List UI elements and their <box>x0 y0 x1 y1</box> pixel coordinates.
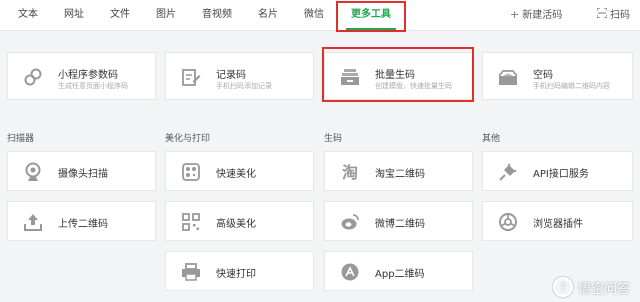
plug-icon <box>497 161 519 183</box>
section-scanner: 扫描器 <box>7 134 35 144</box>
weibo-icon <box>339 211 361 233</box>
tab-more-tools[interactable]: 更多工具 <box>342 0 400 30</box>
taobao-icon: 淘 <box>339 161 361 183</box>
tab-card[interactable]: 名片 <box>252 0 284 29</box>
browser-icon <box>497 211 519 233</box>
card-miniprogram-code[interactable]: 小程序参数码 生成任意页面小程序码 <box>7 52 156 100</box>
tool-upload-qr[interactable]: 上传二维码 <box>7 201 156 241</box>
plus-icon: + <box>510 8 520 21</box>
watermark: ? 悟空问答 <box>552 277 630 297</box>
qr-code-icon <box>180 211 202 233</box>
section-other: 其他 <box>482 134 501 144</box>
tab-audio-video[interactable]: 音视频 <box>196 0 238 29</box>
tool-quick-beautify[interactable]: 快速美化 <box>165 151 314 191</box>
tab-file[interactable]: 文件 <box>104 0 136 29</box>
card-record-code[interactable]: 记录码 手机扫码添加记录 <box>165 52 314 100</box>
beautify-qr-icon <box>180 161 202 183</box>
top-nav: 文本 网址 文件 图片 音视频 名片 微信 更多工具 + 新建活码 扫码 <box>0 0 640 31</box>
printer-icon <box>180 261 202 283</box>
card-subtitle: 手机扫码编辑二维码内容 <box>533 82 610 90</box>
tool-app-qr[interactable]: App二维码 <box>324 251 473 291</box>
tool-label: App二维码 <box>375 269 425 280</box>
edit-doc-icon <box>180 66 202 88</box>
tool-browser-plugin[interactable]: 浏览器插件 <box>482 201 633 241</box>
svg-text:淘: 淘 <box>342 163 358 182</box>
new-code-label: 新建活码 <box>522 10 563 21</box>
tab-image[interactable]: 图片 <box>150 0 182 29</box>
camera-icon <box>22 161 44 183</box>
tool-label: 摄像头扫描 <box>58 169 108 180</box>
link-icon <box>22 66 44 88</box>
tab-url[interactable]: 网址 <box>58 0 90 29</box>
card-subtitle: 手机扫码添加记录 <box>216 82 272 90</box>
scan-button[interactable]: 扫码 <box>596 0 630 29</box>
scan-icon <box>596 0 608 29</box>
tool-weibo-qr[interactable]: 微博二维码 <box>324 201 473 241</box>
upload-icon <box>22 211 44 233</box>
batch-stack-icon <box>339 66 361 88</box>
watermark-text: 悟空问答 <box>577 281 630 297</box>
tool-advanced-beautify[interactable]: 高级美化 <box>165 201 314 241</box>
empty-box-icon <box>497 66 519 88</box>
tool-label: 快速美化 <box>216 169 256 180</box>
card-title: 记录码 <box>216 70 246 81</box>
app-store-icon <box>339 261 361 283</box>
tab-text[interactable]: 文本 <box>12 0 44 29</box>
new-code-button[interactable]: + 新建活码 <box>510 0 562 29</box>
card-title: 空码 <box>533 70 553 81</box>
tool-label: 微博二维码 <box>375 219 425 230</box>
tool-label: 浏览器插件 <box>533 219 583 230</box>
section-generate: 生码 <box>324 134 343 144</box>
card-subtitle: 创建模版，快速批量生码 <box>375 82 452 90</box>
tab-wechat[interactable]: 微信 <box>298 0 330 29</box>
tool-camera-scan[interactable]: 摄像头扫描 <box>7 151 156 191</box>
tool-label: 高级美化 <box>216 219 256 230</box>
tool-label: 淘宝二维码 <box>375 169 425 180</box>
watermark-logo-icon: ? <box>552 277 573 297</box>
card-title: 小程序参数码 <box>58 70 118 81</box>
section-beautify-print: 美化与打印 <box>165 134 211 144</box>
card-title: 批量生码 <box>375 70 415 81</box>
tool-quick-print[interactable]: 快速打印 <box>165 251 314 291</box>
tool-taobao-qr[interactable]: 淘 淘宝二维码 <box>324 151 473 191</box>
tool-label: API接口服务 <box>533 169 589 180</box>
card-subtitle: 生成任意页面小程序码 <box>58 82 128 90</box>
tool-api-service[interactable]: API接口服务 <box>482 151 633 191</box>
card-empty-code[interactable]: 空码 手机扫码编辑二维码内容 <box>482 52 633 100</box>
scan-label: 扫码 <box>610 10 630 21</box>
tool-label: 快速打印 <box>216 269 256 280</box>
card-batch-generate[interactable]: 批量生码 创建模版，快速批量生码 <box>324 52 473 100</box>
tool-label: 上传二维码 <box>58 219 108 230</box>
